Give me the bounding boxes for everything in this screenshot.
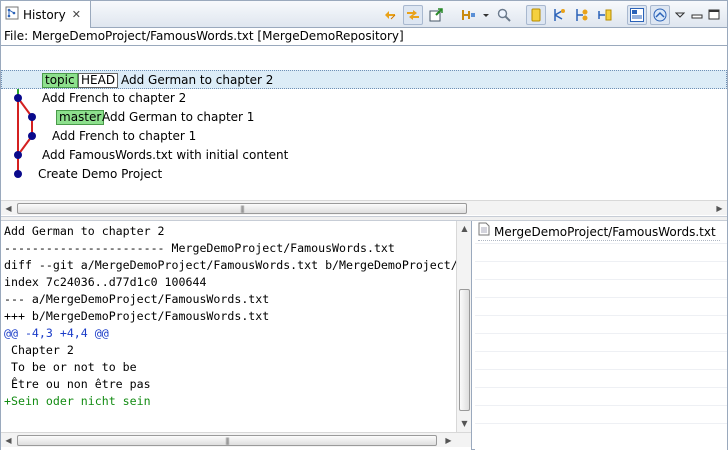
commit-diff-text[interactable]: Add German to chapter 2 ----------------…: [1, 221, 472, 450]
scrollbar-thumb[interactable]: |||: [17, 203, 467, 214]
commit-message: Add German to chapter 2: [121, 73, 274, 87]
commit-message: Add French to chapter 2: [42, 91, 187, 105]
commit-message: Add FamousWords.txt with initial content: [42, 148, 289, 162]
close-icon[interactable]: ✕: [72, 8, 81, 21]
view-tab-bar: History ✕: [1, 1, 727, 28]
diff-line: Chapter 2: [4, 343, 74, 357]
maximize-icon[interactable]: [707, 5, 721, 25]
diff-line: ----------------------- MergeDemoProject…: [4, 241, 395, 255]
commit-row[interactable]: Add FamousWords.txt with initial content: [1, 146, 727, 165]
scroll-down-arrow-icon[interactable]: ▼: [457, 416, 471, 431]
diff-hunk-header: @@ -4,3 +4,4 @@: [4, 326, 109, 340]
changed-file-item[interactable]: MergeDemoProject/FamousWords.txt: [478, 222, 720, 241]
show-all-branches-icon[interactable]: [526, 4, 546, 25]
diff-horizontal-scrollbar[interactable]: ◀ ||| ▶: [1, 432, 471, 448]
diff-vertical-scrollbar[interactable]: ▲ ▼: [456, 221, 471, 432]
show-in-repository-icon[interactable]: [426, 5, 446, 25]
history-tab[interactable]: History ✕: [1, 1, 91, 28]
diff-line: --- a/MergeDemoProject/FamousWords.txt: [4, 292, 270, 306]
diff-added-line: +Sein oder nicht sein: [4, 394, 151, 408]
diff-line: Être ou non être pas: [4, 377, 151, 391]
commit-row[interactable]: Create Demo Project: [1, 165, 727, 184]
diff-line: +++ b/MergeDemoProject/FamousWords.txt: [4, 309, 270, 323]
changed-files-table[interactable]: MergeDemoProject/FamousWords.txt: [475, 221, 727, 450]
layout-vertical-icon[interactable]: [650, 4, 670, 25]
scrollbar-thumb[interactable]: [459, 289, 470, 411]
resource-label: File: MergeDemoProject/FamousWords.txt […: [1, 28, 727, 46]
minimize-icon[interactable]: [690, 5, 704, 25]
changed-file-path: MergeDemoProject/FamousWords.txt: [494, 224, 716, 239]
link-with-selection-icon[interactable]: [380, 5, 400, 25]
filter-folder-icon[interactable]: [595, 5, 615, 25]
diff-line: Add German to chapter 2: [4, 224, 165, 238]
link-with-editor-icon[interactable]: [403, 4, 423, 25]
commit-row[interactable]: master Add German to chapter 1: [1, 108, 727, 127]
commit-message: Create Demo Project: [38, 167, 163, 181]
diff-line: diff --git a/MergeDemoProject/FamousWord…: [4, 258, 471, 272]
scroll-left-arrow-icon[interactable]: ◀: [1, 433, 16, 448]
diff-line: index 7c24036..d77d1c0 100644: [4, 275, 207, 289]
history-view: History ✕ File: MergeDemoProject/FamousW…: [0, 0, 728, 450]
commit-row[interactable]: Add French to chapter 2: [1, 89, 727, 108]
commit-message: Add German to chapter 1: [102, 110, 255, 124]
scroll-up-arrow-icon[interactable]: ▲: [457, 221, 471, 236]
branch-label-topic: topic: [42, 73, 78, 88]
find-icon[interactable]: [494, 5, 514, 25]
filter-resource-icon[interactable]: [572, 5, 592, 25]
text-file-icon: [478, 222, 490, 241]
view-toolbar: [380, 4, 721, 25]
tab-title: History: [23, 7, 66, 22]
graph-horizontal-scrollbar[interactable]: ◀ ||| ▶: [1, 200, 727, 215]
scroll-right-arrow-icon[interactable]: ▶: [441, 433, 456, 448]
scroll-left-arrow-icon[interactable]: ◀: [1, 201, 16, 216]
diff-line: To be or not to be: [4, 360, 137, 374]
view-menu-icon[interactable]: [673, 5, 687, 25]
layout-horizontal-icon[interactable]: [627, 4, 647, 25]
commit-row[interactable]: Add French to chapter 1: [1, 127, 727, 146]
history-icon: [5, 6, 19, 23]
commit-message: Add French to chapter 1: [52, 129, 197, 143]
compare-mode-icon[interactable]: [458, 5, 478, 25]
commit-graph-table[interactable]: topic HEAD Add German to chapter 2 Add F…: [1, 46, 727, 201]
head-label: HEAD: [78, 73, 119, 88]
show-all-commits-icon[interactable]: [549, 5, 569, 25]
view-menu-dropdown-icon[interactable]: [481, 5, 491, 25]
scrollbar-thumb[interactable]: |||: [17, 435, 437, 446]
commit-row[interactable]: topic HEAD Add German to chapter 2: [1, 70, 727, 89]
scroll-right-arrow-icon[interactable]: ▶: [712, 201, 727, 216]
branch-label-master: master: [56, 110, 105, 125]
